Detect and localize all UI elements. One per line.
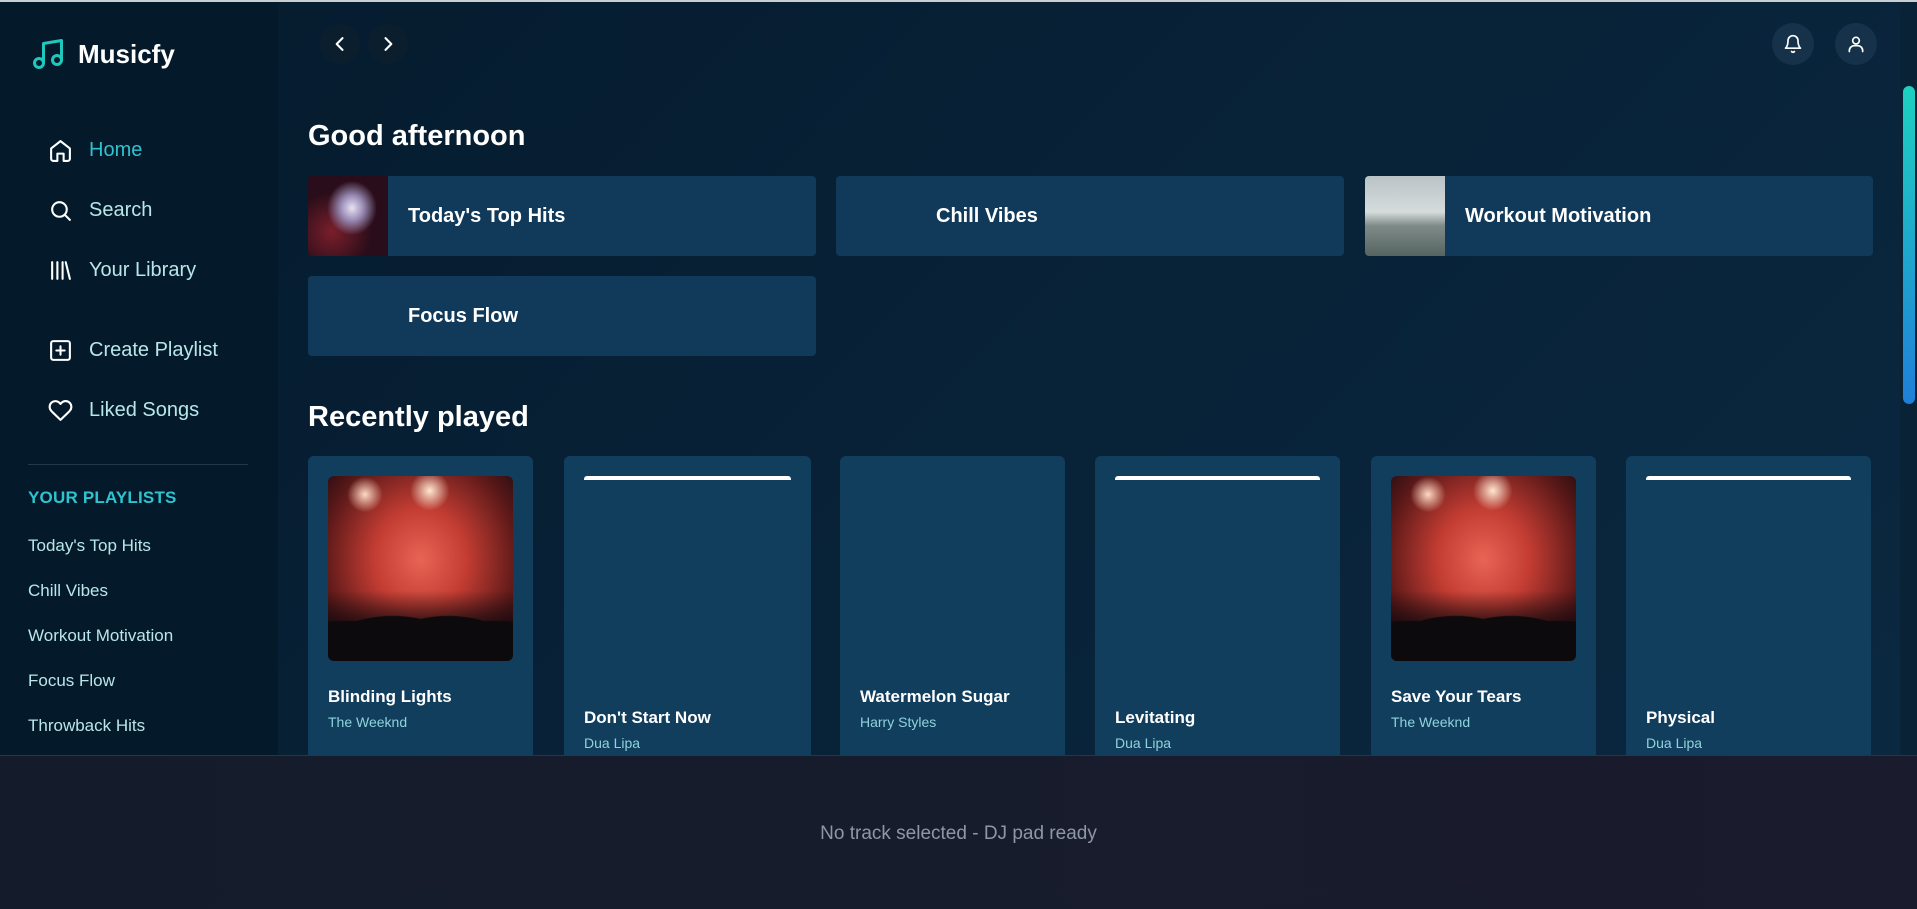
greeting-title: Good afternoon — [308, 120, 526, 152]
home-icon — [50, 139, 71, 162]
track-title: Watermelon Sugar — [860, 687, 1010, 706]
nav-search-label: Search — [89, 198, 153, 221]
track-card[interactable]: Physical Dua Lipa — [1626, 456, 1871, 756]
heart-icon — [48, 399, 73, 421]
track-title: Physical — [1646, 708, 1715, 727]
playlist-list: Today's Top Hits Chill Vibes Workout Mot… — [28, 536, 173, 761]
nav-library-label: Your Library — [89, 258, 197, 281]
track-artist: Dua Lipa — [1646, 735, 1703, 751]
profile-button[interactable] — [1835, 23, 1877, 65]
nav-home[interactable]: Home — [48, 120, 196, 180]
quick-pick-card[interactable]: Today's Top Hits — [308, 176, 816, 256]
sidebar-actions: Create Playlist Liked Songs — [48, 320, 218, 440]
logo[interactable]: Musicfy — [30, 36, 175, 72]
nav-search[interactable]: Search — [48, 180, 196, 240]
track-card[interactable]: Watermelon Sugar Harry Styles — [840, 456, 1065, 756]
create-playlist-button[interactable]: Create Playlist — [48, 320, 218, 380]
playlist-item[interactable]: Chill Vibes — [28, 581, 173, 626]
library-icon — [51, 260, 71, 280]
track-title: Levitating — [1115, 708, 1196, 727]
main-content: Good afternoon Today's Top Hits Chill Vi… — [278, 2, 1900, 756]
recently-played-title: Recently played — [308, 401, 529, 433]
playlist-cover — [308, 176, 388, 256]
scrollbar-thumb[interactable] — [1903, 86, 1915, 404]
playlist-cover — [836, 176, 916, 256]
liked-songs-label: Liked Songs — [89, 398, 200, 421]
app-root: Musicfy Home Search Your Library Create … — [0, 0, 1917, 909]
track-title: Blinding Lights — [328, 687, 452, 706]
sidebar: Musicfy Home Search Your Library Create … — [0, 2, 278, 755]
track-artist: Dua Lipa — [584, 735, 641, 751]
bell-icon — [1784, 34, 1802, 54]
track-artist: Dua Lipa — [1115, 735, 1172, 751]
quick-pick-label: Today's Top Hits — [408, 204, 566, 227]
nav-library[interactable]: Your Library — [48, 240, 196, 300]
playlist-item[interactable]: Today's Top Hits — [28, 536, 173, 581]
track-cover-placeholder — [584, 476, 791, 480]
forward-button[interactable] — [368, 24, 408, 64]
track-card[interactable]: Don't Start Now Dua Lipa — [564, 456, 811, 756]
track-card[interactable]: Levitating Dua Lipa — [1095, 456, 1340, 756]
playlist-cover — [1365, 176, 1445, 256]
track-card[interactable]: Save Your Tears The Weeknd — [1371, 456, 1596, 756]
user-icon — [1848, 36, 1864, 53]
search-icon — [51, 200, 71, 221]
track-title: Save Your Tears — [1391, 687, 1522, 706]
track-artist: The Weeknd — [1391, 714, 1471, 730]
create-playlist-label: Create Playlist — [89, 338, 218, 361]
track-artist: Harry Styles — [860, 714, 937, 730]
quick-pick-card[interactable]: Chill Vibes — [836, 176, 1344, 256]
chevron-right-icon — [384, 37, 393, 51]
nav-home-label: Home — [89, 138, 143, 161]
quick-pick-label: Focus Flow — [408, 304, 518, 327]
player-bar: No track selected - DJ pad ready — [0, 755, 1917, 909]
playlist-cover — [308, 276, 388, 356]
sidebar-divider — [28, 464, 248, 465]
plus-square-icon — [50, 339, 71, 361]
track-cover — [1391, 476, 1576, 661]
liked-songs-button[interactable]: Liked Songs — [48, 380, 218, 440]
track-cover-placeholder — [1115, 476, 1320, 480]
back-button[interactable] — [320, 24, 360, 64]
track-cover — [328, 476, 513, 661]
playlist-item[interactable]: Focus Flow — [28, 671, 173, 716]
chevron-left-icon — [335, 37, 344, 51]
track-card[interactable]: Blinding Lights The Weeknd — [308, 456, 533, 756]
music-note-icon — [33, 39, 63, 69]
track-title: Don't Start Now — [584, 708, 711, 727]
player-status: No track selected - DJ pad ready — [820, 822, 1097, 844]
notifications-button[interactable] — [1772, 23, 1814, 65]
quick-pick-card[interactable]: Focus Flow — [308, 276, 816, 356]
track-artist: The Weeknd — [328, 714, 408, 730]
quick-pick-card[interactable]: Workout Motivation — [1365, 176, 1873, 256]
main-nav: Home Search Your Library — [48, 120, 196, 300]
playlists-heading: YOUR PLAYLISTS — [28, 488, 177, 507]
track-cover-placeholder — [1646, 476, 1851, 480]
quick-pick-label: Chill Vibes — [936, 204, 1038, 227]
app-name: Musicfy — [78, 38, 175, 69]
playlist-item[interactable]: Workout Motivation — [28, 626, 173, 671]
quick-pick-label: Workout Motivation — [1465, 204, 1652, 227]
